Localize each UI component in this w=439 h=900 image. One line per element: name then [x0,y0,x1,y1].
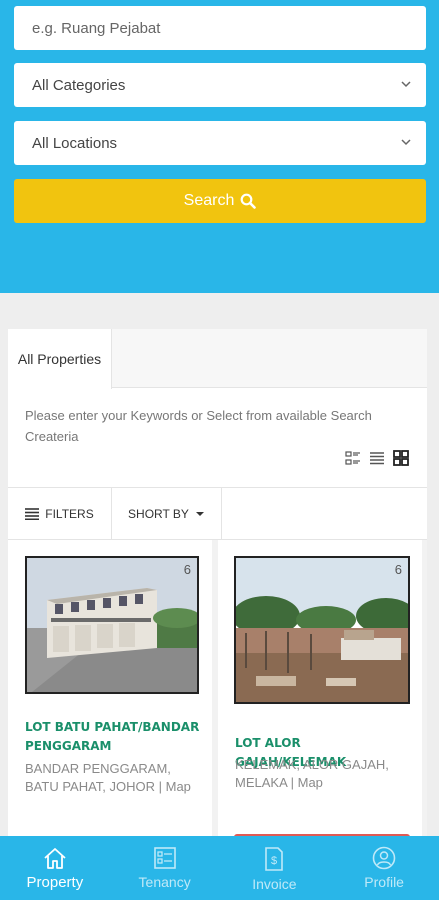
grid-view-icon[interactable] [393,450,409,466]
sort-by-dropdown[interactable]: SHORT BY [112,488,222,539]
filter-sort-bar: FILTERS SHORT BY [8,487,427,540]
tab-bar: All Properties [8,329,427,389]
caret-down-icon [195,511,204,516]
nav-item-label: Tenancy [138,874,191,890]
photo-count: 6 [394,562,402,577]
filter-lines-icon [25,507,40,520]
listing-card[interactable]: 6 LOT BATU PAHAT/BANDAR PENGGARAM BANDAR… [8,540,212,849]
listing-photo[interactable]: 6 [25,556,199,694]
listing-address: KELEMAK, ALOR GAJAH, MELAKA | Map [235,757,389,790]
location-select[interactable]: All Locations [14,121,426,165]
search-button-label: Search [183,192,235,209]
profile-icon [372,846,396,870]
listing-title[interactable]: LOT BATU PAHAT/BANDAR PENGGARAM [25,718,200,756]
nav-item-label: Profile [364,874,404,890]
bottom-navigation: Property Tenancy $ Invoice Profile [0,836,439,900]
tab-all-properties-label: All Properties [17,351,102,367]
svg-text:$: $ [271,855,277,867]
photo-count: 6 [183,562,191,577]
tenancy-list-icon [153,847,176,869]
listing-address: BANDAR PENGGARAM, BATU PAHAT, JOHOR | Ma… [25,761,191,794]
invoice-icon: $ [265,847,284,871]
list-view-icon[interactable] [369,450,385,466]
list-detail-view-icon[interactable] [345,450,361,466]
chevron-down-icon [401,81,411,88]
search-button[interactable]: Search [14,179,426,223]
nav-item-profile[interactable]: Profile [329,836,439,900]
category-select[interactable]: All Categories [14,63,426,107]
search-icon [240,193,257,209]
search-hint-text: Please enter your Keywords or Select fro… [25,408,372,444]
home-icon [44,848,66,869]
listing-photo[interactable]: 6 [234,556,410,704]
keyword-search-input[interactable]: e.g. Ruang Pejabat [14,6,426,50]
listing-card[interactable]: 6 LOT ALOR GAJAH/KELEMAK KELEMAK, ALOR G… [218,540,422,849]
nav-item-label: Property [26,874,84,891]
category-select-value: All Categories [32,76,126,94]
properties-panel: All Properties Please enter your Keyword… [8,329,427,849]
nav-item-property[interactable]: Property [0,836,110,900]
nav-item-label: Invoice [252,876,297,892]
tab-all-properties[interactable]: All Properties [8,329,112,389]
nav-item-tenancy[interactable]: Tenancy [110,836,220,900]
view-mode-toggles [345,450,409,466]
keyword-placeholder: e.g. Ruang Pejabat [32,19,161,37]
filters-button[interactable]: FILTERS [8,488,112,539]
filters-label: FILTERS [45,506,94,521]
location-select-value: All Locations [32,134,118,152]
nav-item-invoice[interactable]: $ Invoice [220,836,330,900]
chevron-down-icon [401,139,411,146]
sort-by-label: SHORT BY [128,506,189,521]
